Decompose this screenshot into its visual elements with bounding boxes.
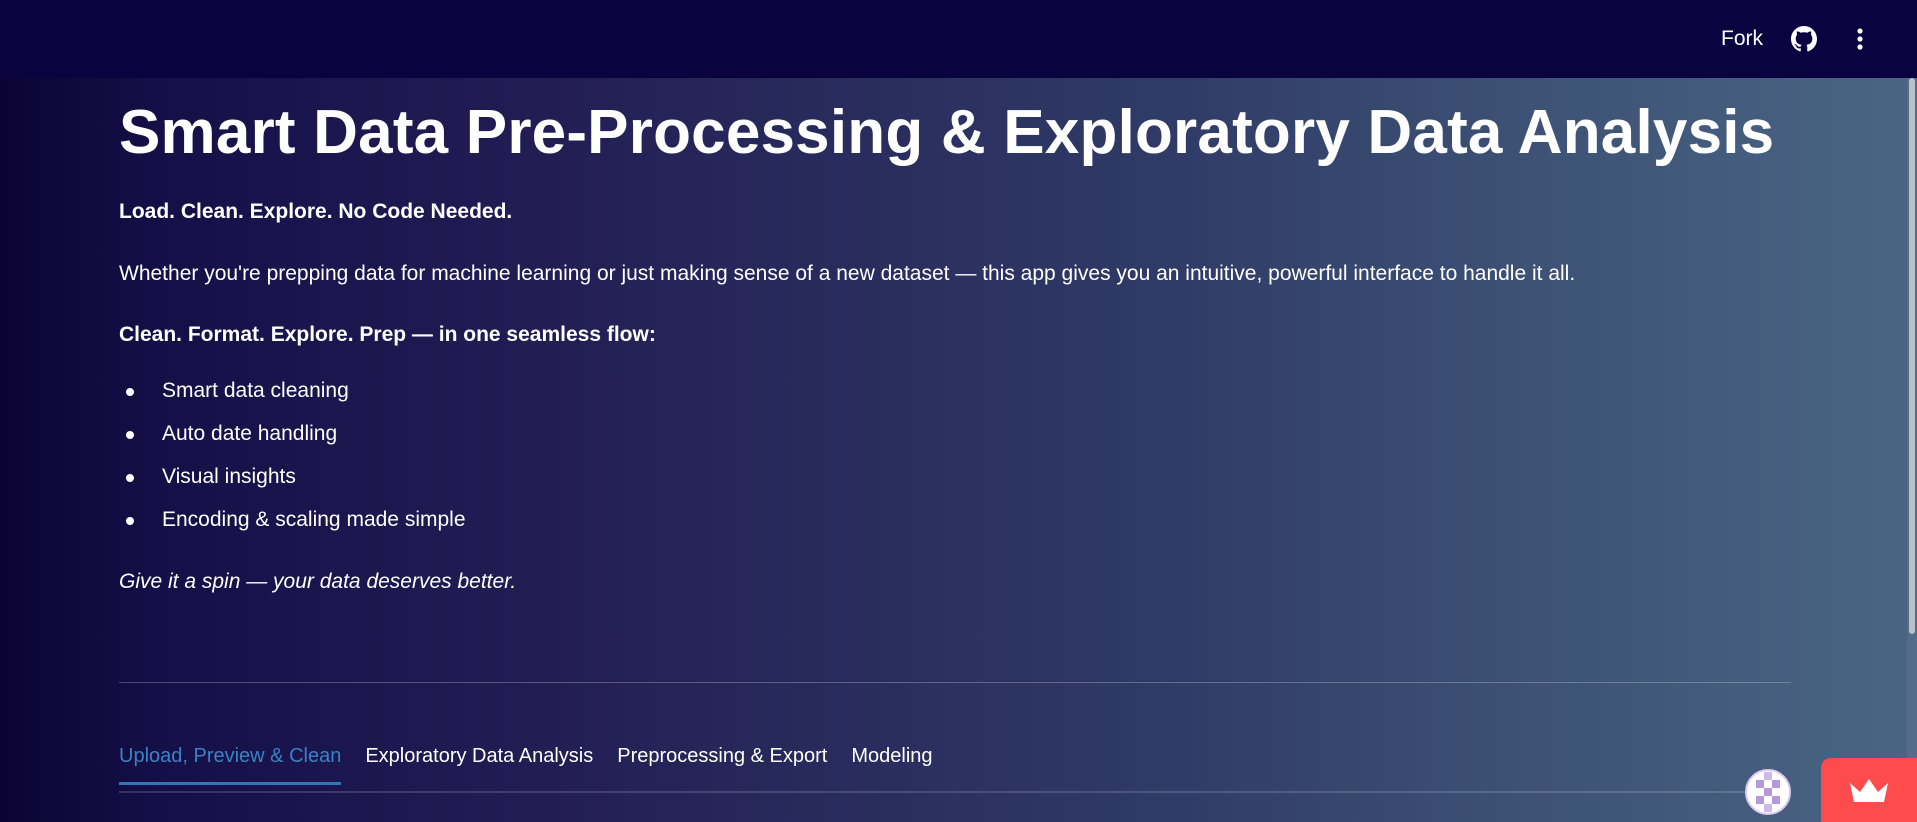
page-scrollbar[interactable]: [1907, 78, 1917, 822]
list-item: Encoding & scaling made simple: [119, 508, 1791, 551]
tab-modeling[interactable]: Modeling: [851, 745, 932, 785]
fork-button[interactable]: Fork: [1721, 27, 1763, 51]
list-item: Visual insights: [119, 465, 1791, 508]
divider: [119, 682, 1791, 683]
crown-icon: [1850, 779, 1888, 802]
tab-upload-preview-clean[interactable]: Upload, Preview & Clean: [119, 745, 342, 785]
feature-list: Smart data cleaning Auto date handling V…: [119, 379, 1791, 551]
tabs-underline-track: [119, 791, 1791, 793]
top-bar: Fork: [0, 0, 1917, 78]
kebab-menu-icon[interactable]: [1845, 24, 1875, 54]
main-content: Smart Data Pre-Processing & Exploratory …: [119, 78, 1791, 594]
scrollbar-thumb[interactable]: [1909, 78, 1915, 634]
flow-heading: Clean. Format. Explore. Prep — in one se…: [119, 323, 656, 347]
github-icon[interactable]: [1789, 24, 1819, 54]
tab-preprocessing-export[interactable]: Preprocessing & Export: [617, 745, 827, 785]
tab-bar: Upload, Preview & Clean Exploratory Data…: [119, 745, 1791, 785]
tagline: Load. Clean. Explore. No Code Needed.: [119, 200, 513, 224]
avatar[interactable]: [1745, 769, 1791, 815]
streamlit-badge[interactable]: [1821, 758, 1917, 822]
closing-text: Give it a spin — your data deserves bett…: [119, 570, 517, 594]
tab-exploratory-data-analysis[interactable]: Exploratory Data Analysis: [365, 745, 593, 785]
list-item: Auto date handling: [119, 422, 1791, 465]
list-item: Smart data cleaning: [119, 379, 1791, 422]
toolbar-actions: Fork: [1721, 24, 1875, 54]
intro-text: Whether you're prepping data for machine…: [119, 262, 1576, 286]
page-title: Smart Data Pre-Processing & Exploratory …: [119, 98, 1775, 167]
